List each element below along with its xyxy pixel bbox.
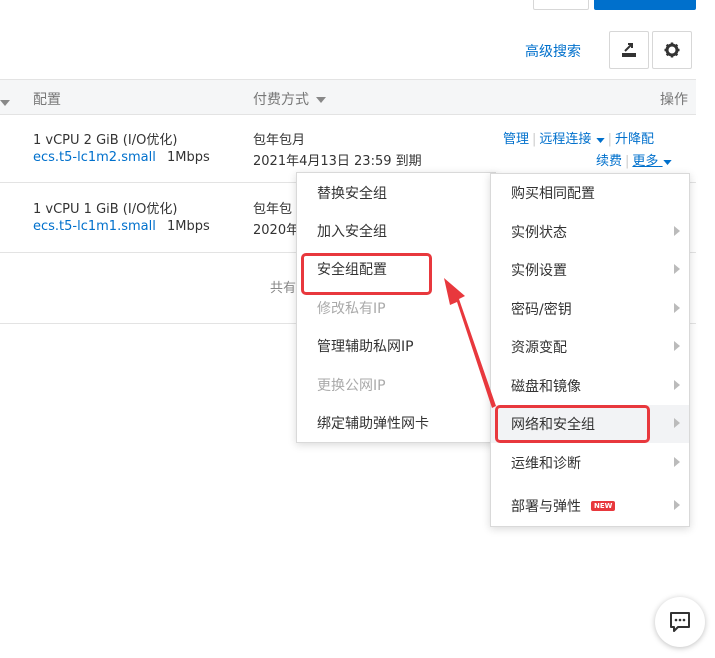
menu-item-password-key[interactable]: 密码/密钥 bbox=[491, 290, 689, 328]
chevron-right-icon bbox=[674, 341, 680, 351]
remote-connect-link[interactable]: 远程连接 bbox=[539, 132, 605, 147]
gear-icon bbox=[664, 42, 680, 58]
highlight-box-network-security-group bbox=[495, 405, 650, 443]
chevron-right-icon bbox=[674, 303, 680, 313]
instance-spec: 1 vCPU 1 GiB (I/O优化) bbox=[33, 202, 178, 217]
caret-down-icon bbox=[662, 160, 672, 165]
top-default-button[interactable] bbox=[533, 0, 589, 10]
advanced-search-link[interactable]: 高级搜索 bbox=[525, 41, 581, 61]
export-button[interactable] bbox=[609, 31, 649, 69]
billing-type: 包年包 bbox=[253, 202, 293, 217]
column-header-actions: 操作 bbox=[660, 92, 688, 108]
resize-link[interactable]: 升降配 bbox=[615, 132, 654, 147]
separator: | bbox=[625, 154, 630, 169]
menu-item-deploy-elastic[interactable]: 部署与弹性 NEW bbox=[491, 487, 689, 525]
total-count-text: 共有 bbox=[270, 281, 297, 296]
instance-type-link[interactable]: ecs.t5-lc1m2.small bbox=[33, 150, 156, 165]
chevron-right-icon bbox=[674, 418, 680, 428]
column-header-config: 配置 bbox=[33, 92, 61, 108]
separator: | bbox=[532, 132, 537, 147]
menu-item-ops-diagnosis[interactable]: 运维和诊断 bbox=[491, 444, 689, 482]
renew-link[interactable]: 续费 bbox=[596, 154, 622, 169]
chevron-right-icon bbox=[674, 380, 680, 390]
column-header-billing[interactable]: 付费方式 bbox=[253, 89, 327, 109]
instance-type-link[interactable]: ecs.t5-lc1m1.small bbox=[33, 219, 156, 234]
chevron-right-icon bbox=[674, 457, 680, 467]
menu-item-replace-security-group[interactable]: 替换安全组 bbox=[297, 174, 495, 212]
chevron-right-icon bbox=[674, 500, 680, 510]
caret-down-icon bbox=[316, 97, 327, 103]
menu-item-instance-settings[interactable]: 实例设置 bbox=[491, 251, 689, 289]
caret-down-icon bbox=[595, 138, 605, 143]
sort-caret-icon[interactable] bbox=[0, 94, 10, 110]
highlight-box-security-group-config bbox=[301, 253, 432, 295]
separator: | bbox=[607, 132, 612, 147]
expire-time: 2020年 bbox=[253, 223, 300, 238]
red-arrow-annotation bbox=[444, 278, 496, 408]
bandwidth: 1Mbps bbox=[167, 150, 210, 165]
export-icon bbox=[622, 43, 636, 57]
chevron-right-icon bbox=[674, 264, 680, 274]
menu-item-instance-status[interactable]: 实例状态 bbox=[491, 213, 689, 251]
menu-item-join-security-group[interactable]: 加入安全组 bbox=[297, 212, 495, 250]
chevron-right-icon bbox=[674, 226, 680, 236]
expire-time: 2021年4月13日 23:59 到期 bbox=[253, 154, 422, 169]
bandwidth: 1Mbps bbox=[167, 219, 210, 234]
menu-item-buy-same-config[interactable]: 购买相同配置 bbox=[491, 174, 689, 212]
more-actions-menu: 购买相同配置 实例状态 实例设置 密码/密钥 资源变配 磁盘和镜像 网络和安全组… bbox=[490, 173, 690, 527]
menu-item-disk-image[interactable]: 磁盘和镜像 bbox=[491, 367, 689, 405]
top-primary-button[interactable] bbox=[594, 0, 696, 10]
billing-type: 包年包月 bbox=[253, 133, 306, 148]
settings-button[interactable] bbox=[652, 31, 692, 69]
manage-link[interactable]: 管理 bbox=[503, 132, 529, 147]
instance-spec: 1 vCPU 2 GiB (I/O优化) bbox=[33, 133, 178, 148]
new-badge: NEW bbox=[591, 501, 616, 511]
menu-item-resource-change[interactable]: 资源变配 bbox=[491, 328, 689, 366]
chat-button[interactable] bbox=[655, 597, 705, 647]
more-link[interactable]: 更多 bbox=[632, 154, 672, 169]
chat-icon bbox=[670, 612, 690, 632]
table-header: 配置 付费方式 操作 bbox=[0, 79, 696, 115]
